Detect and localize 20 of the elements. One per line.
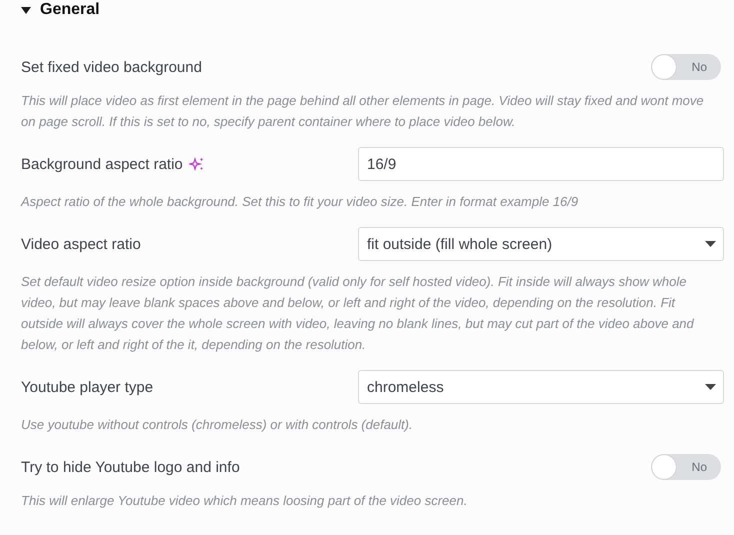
toggle-switch[interactable]: No (651, 54, 721, 80)
select-dropdown[interactable]: chromeless (358, 370, 724, 404)
section-title[interactable]: General (40, 1, 100, 19)
field-label: Background aspect ratio (21, 156, 183, 172)
help-text: Use youtube without controls (chromeless) or with controls (default). (21, 416, 414, 434)
toggle-switch[interactable]: No (651, 454, 721, 480)
caret-icon (705, 384, 716, 390)
select-dropdown[interactable]: fit outside (fill whole screen) (358, 227, 724, 261)
field-label: Youtube player type (21, 378, 154, 396)
field-label: Set fixed video background (21, 58, 202, 76)
help-text: This will place video as first element in the page behind all other elements in page. Video will stay fixed and wont move on page scroll. If this is set to no, specify parent container where to place video below. (21, 92, 705, 131)
sparkle-icon[interactable] (188, 156, 205, 172)
caret-icon (705, 241, 716, 247)
help-text: Set default video resize option inside background (valid only for self hosted video). Fit inside will always show whole video, but may leave blank spaces above and below, or left and right of the video, depending on the resolution. Fit outside will always cover the whole screen with video, leaving no blank lines, but may cut part of the video above and below, or left and right of the it, depending on the resolution. (21, 273, 695, 354)
text-input[interactable]: 16/9 (358, 147, 724, 181)
caret-icon[interactable] (21, 6, 31, 14)
field-label: Try to hide Youtube logo and info (21, 458, 240, 476)
help-text: Aspect ratio of the whole background. Set this to fit your video size. Enter in format example 16/9 (21, 193, 580, 211)
help-text: This will enlarge Youtube video which means loosing part of the video screen. (21, 492, 468, 510)
field-label: Video aspect ratio (21, 236, 141, 252)
